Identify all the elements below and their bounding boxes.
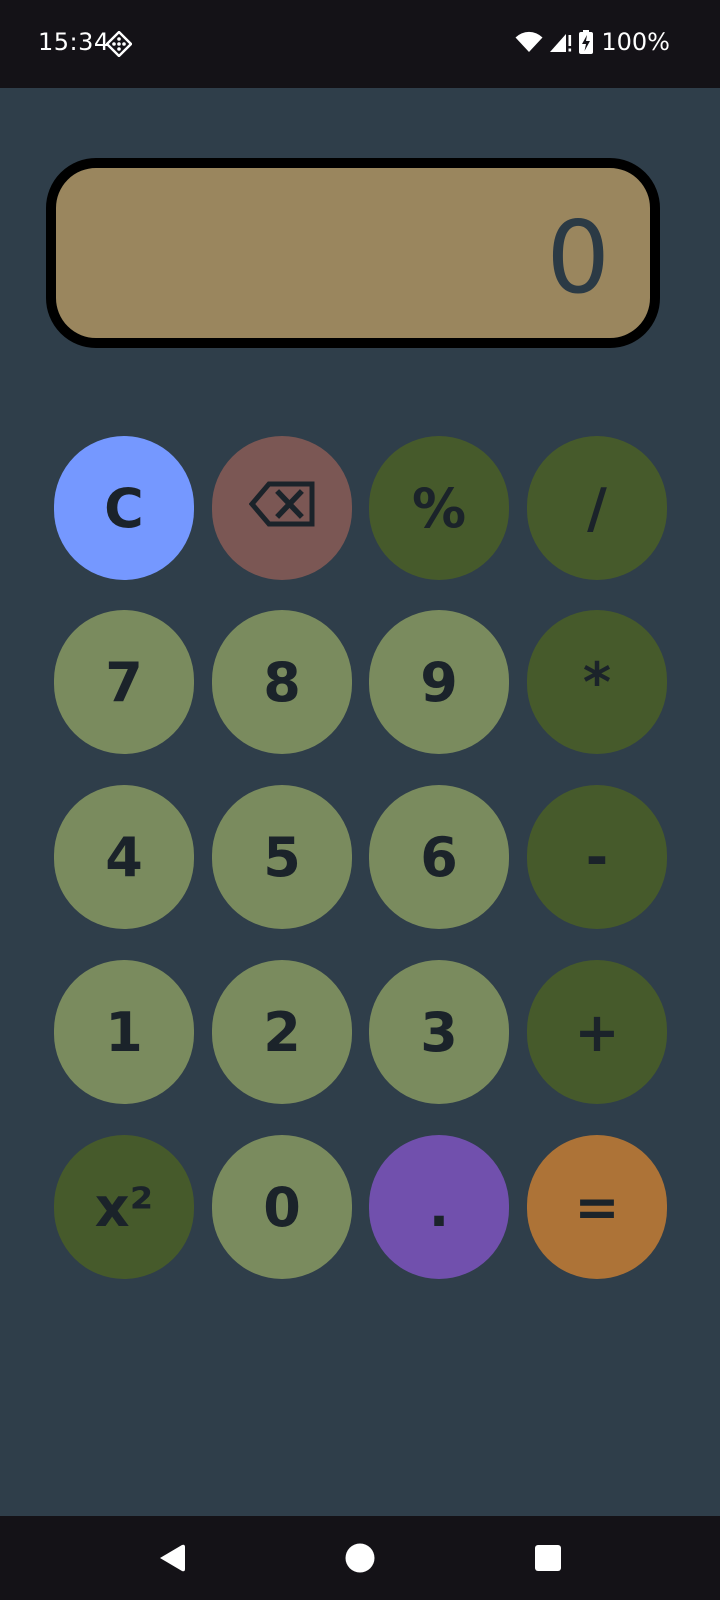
- one-button-label: 1: [105, 1000, 143, 1064]
- keypad: C % / 7 8 9 * 4 5 6 - 1 2 3 + x² 0 . =: [0, 88, 720, 1516]
- three-button-label: 3: [420, 1000, 458, 1064]
- two-button-label: 2: [263, 1000, 301, 1064]
- recents-square-icon[interactable]: [528, 1538, 568, 1578]
- home-circle-icon[interactable]: [340, 1538, 380, 1578]
- divide-button[interactable]: /: [527, 436, 667, 580]
- divide-button-label: /: [587, 476, 607, 540]
- zero-button[interactable]: 0: [212, 1135, 352, 1279]
- three-button[interactable]: 3: [369, 960, 509, 1104]
- decimal-button-label: .: [428, 1175, 450, 1239]
- back-triangle-icon[interactable]: [152, 1538, 192, 1578]
- square-button[interactable]: x²: [54, 1135, 194, 1279]
- add-button[interactable]: +: [527, 960, 667, 1104]
- five-button[interactable]: 5: [212, 785, 352, 929]
- subtract-button-label: -: [585, 825, 609, 889]
- status-indicators: 100%: [515, 28, 670, 56]
- status-time: 15:34: [38, 28, 110, 56]
- navigation-bar: [0, 1516, 720, 1600]
- seven-button[interactable]: 7: [54, 610, 194, 754]
- eight-button-label: 8: [263, 650, 301, 714]
- percent-button-label: %: [411, 476, 467, 540]
- six-button[interactable]: 6: [369, 785, 509, 929]
- nine-button[interactable]: 9: [369, 610, 509, 754]
- seven-button-label: 7: [105, 650, 143, 714]
- subtract-button[interactable]: -: [527, 785, 667, 929]
- nine-button-label: 9: [420, 650, 458, 714]
- status-bar: 15:34 100%: [0, 0, 720, 88]
- zero-button-label: 0: [263, 1175, 301, 1239]
- backspace-button[interactable]: [212, 436, 352, 580]
- four-button-label: 4: [105, 825, 143, 889]
- decimal-button[interactable]: .: [369, 1135, 509, 1279]
- multiply-button-label: *: [582, 650, 612, 714]
- percent-button[interactable]: %: [369, 436, 509, 580]
- clear-button-label: C: [104, 476, 144, 540]
- six-button-label: 6: [420, 825, 458, 889]
- four-button[interactable]: 4: [54, 785, 194, 929]
- clear-button[interactable]: C: [54, 436, 194, 580]
- dice-diamond-icon: [105, 30, 133, 58]
- five-button-label: 5: [263, 825, 301, 889]
- wifi-icon: [515, 31, 543, 53]
- square-button-label: x²: [94, 1175, 154, 1239]
- cell-signal-no-service-icon: [549, 31, 573, 53]
- multiply-button[interactable]: *: [527, 610, 667, 754]
- two-button[interactable]: 2: [212, 960, 352, 1104]
- equals-button[interactable]: =: [527, 1135, 667, 1279]
- battery-charging-icon: [579, 30, 594, 54]
- add-button-label: +: [574, 1000, 620, 1064]
- equals-button-label: =: [574, 1175, 620, 1239]
- calculator-app: 0 C % / 7 8 9 * 4 5 6 - 1 2 3 + x² 0 . =: [0, 88, 720, 1516]
- backspace-icon: [248, 477, 315, 540]
- eight-button[interactable]: 8: [212, 610, 352, 754]
- battery-percentage: 100%: [601, 28, 670, 56]
- one-button[interactable]: 1: [54, 960, 194, 1104]
